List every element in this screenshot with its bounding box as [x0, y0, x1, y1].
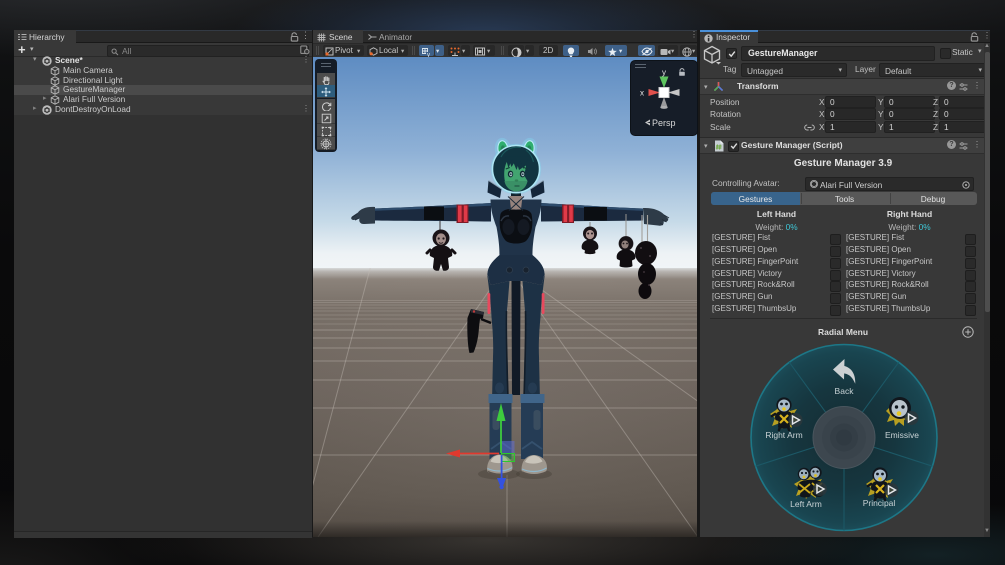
svg-text:Principal: Principal [863, 498, 896, 508]
svg-text:Left Arm: Left Arm [790, 499, 822, 509]
svg-text:Right Arm: Right Arm [765, 430, 802, 440]
svg-text:y: y [427, 52, 430, 57]
svg-text:x: x [640, 89, 644, 98]
svg-text:Persp: Persp [652, 118, 676, 128]
svg-text:y: y [662, 68, 666, 77]
svg-text:Emissive: Emissive [885, 430, 919, 440]
svg-text:Back: Back [835, 386, 855, 396]
